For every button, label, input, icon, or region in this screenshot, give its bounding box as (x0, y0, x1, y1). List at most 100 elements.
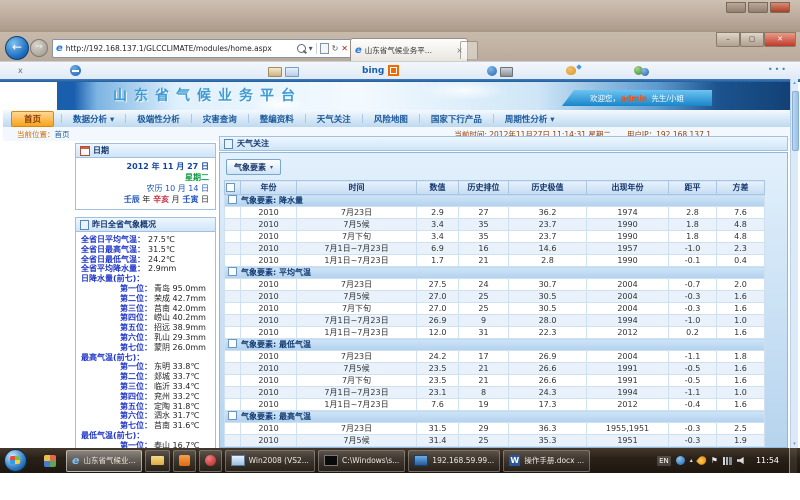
taskbar-button-4[interactable] (199, 450, 222, 472)
restore-button[interactable]: ▢ (740, 32, 764, 47)
group-expand-checkbox[interactable] (228, 411, 237, 420)
table-row[interactable]: 20107月5候27.02530.52004-0.31.6 (225, 291, 765, 303)
address-input[interactable]: http://192.168.137.1/GLCCLIMATE/modules/… (66, 44, 294, 53)
group-expand-checkbox[interactable] (228, 267, 237, 276)
blue-badge-icon[interactable] (487, 66, 497, 76)
table-row[interactable]: 20107月1日~7月23日23.1824.31994-1.11.0 (225, 387, 765, 399)
table-row[interactable]: 20107月下旬23.52126.61991-0.51.6 (225, 375, 765, 387)
group-expand-checkbox[interactable] (228, 339, 237, 348)
refresh-icon[interactable]: ↻ (332, 44, 339, 54)
menu-item-9[interactable]: 周期性分析 ▾ (494, 113, 566, 125)
circle-slash-icon[interactable] (70, 65, 81, 76)
addon-close-icon[interactable]: x (18, 66, 23, 75)
bg-maximize-button[interactable] (748, 2, 768, 13)
page-scrollbar[interactable]: ▴ ▾ (790, 79, 798, 448)
weather-watch-panel: 气象要素 ▾ 年份时间数值历史排位历史极值出现年份距平方差气象要素: 降水量20… (219, 152, 788, 448)
minimize-button[interactable]: – (716, 32, 740, 47)
stop-icon[interactable]: ✕ (341, 44, 348, 54)
ganzhi-line: 壬辰 年 辛亥 月 壬寅 日 (82, 194, 209, 205)
taskbar-button-2[interactable] (145, 450, 170, 472)
cell: 2.8 (669, 207, 717, 219)
browser-tab[interactable]: e 山东省气候业务平... × (350, 38, 468, 62)
table-row[interactable]: 20107月23日27.52430.72004-0.72.0 (225, 279, 765, 291)
table-row[interactable]: 20101月1日~7月23日1.7212.81990-0.10.4 (225, 255, 765, 267)
select-all-checkbox[interactable] (226, 183, 235, 192)
menu-item-8[interactable]: 国家下行产品 (420, 113, 493, 125)
table-row[interactable]: 20101月1日~7月23日12.03122.320120.21.6 (225, 327, 765, 339)
table-group-row-4[interactable]: 气象要素: 最高气温 (225, 411, 765, 423)
tray-expand-icon[interactable]: ▴ (690, 457, 693, 464)
menu-item-2[interactable]: 数据分析 ▾ (62, 113, 125, 125)
action-center-flag-icon[interactable]: ⚑ (711, 456, 718, 465)
table-row[interactable]: 20107月1日~7月23日6.91614.61957-1.02.3 (225, 243, 765, 255)
menu-item-7[interactable]: 风险地图 (363, 113, 419, 125)
scroll-up-icon[interactable]: ▴ (791, 79, 798, 87)
table-row[interactable]: 20107月下旬3.43523.719901.84.8 (225, 231, 765, 243)
address-bar[interactable]: e http://192.168.137.1/GLCCLIMATE/module… (52, 39, 352, 58)
browser-forward-button[interactable]: → (30, 39, 48, 57)
group-expand-checkbox[interactable] (228, 195, 237, 204)
menu-item-6[interactable]: 天气关注 (306, 113, 362, 125)
table-group-row-2[interactable]: 气象要素: 平均气温 (225, 267, 765, 279)
menu-item-1[interactable]: 首页 (11, 111, 54, 127)
orange-box-icon[interactable] (388, 65, 399, 76)
cell: 7月5候 (297, 363, 417, 375)
search-dropdown-caret-icon[interactable]: ▾ (309, 44, 313, 54)
rank-label: 第三位： (120, 382, 152, 392)
search-icon[interactable] (297, 44, 306, 53)
card-icon[interactable] (268, 67, 282, 77)
cell: 2.8 (509, 255, 587, 267)
taskbar-button-8[interactable]: W操作手册.docx ... (503, 450, 590, 472)
bg-close-button[interactable] (770, 2, 790, 13)
table-row[interactable]: 20107月1日~7月23日26.9928.01994-1.01.0 (225, 315, 765, 327)
more-options-dots-icon[interactable]: ••• (768, 65, 788, 74)
table-row[interactable]: 20107月下旬27.02530.52004-0.31.6 (225, 303, 765, 315)
compatibility-view-icon[interactable] (320, 43, 329, 54)
ie-favicon: e (56, 44, 63, 54)
table-row[interactable]: 20107月5候3.43523.719901.84.8 (225, 219, 765, 231)
volume-icon[interactable] (737, 457, 746, 465)
table-group-row-3[interactable]: 气象要素: 最低气温 (225, 339, 765, 351)
table-row[interactable]: 20107月23日31.52936.31955,1951-0.32.5 (225, 423, 765, 435)
taskbar-button-6[interactable]: C:\Windows\s... (318, 450, 405, 472)
cell: 7月1日~7月23日 (297, 243, 417, 255)
element-select-button[interactable]: 气象要素 ▾ (226, 159, 281, 175)
scroll-down-icon[interactable]: ▾ (791, 440, 798, 448)
camera-icon[interactable] (500, 67, 513, 77)
bing-logo[interactable]: bing (362, 66, 384, 76)
flame-tray-icon[interactable] (696, 454, 708, 466)
browser-back-button[interactable]: ← (5, 36, 29, 60)
table-row[interactable]: 20107月23日2.92736.219742.87.6 (225, 207, 765, 219)
table-row[interactable]: 20107月5候23.52126.61991-0.51.6 (225, 363, 765, 375)
show-desktop-button[interactable] (789, 448, 797, 473)
taskbar-button-5[interactable]: Win2008 (VS2... (225, 450, 315, 472)
network-icon[interactable] (723, 457, 732, 465)
scrollbar-thumb[interactable] (792, 91, 799, 151)
cell: 35.3 (509, 435, 587, 447)
close-button[interactable]: ✕ (764, 32, 796, 47)
taskbar-button-3[interactable] (173, 450, 196, 472)
taskbar-button-1[interactable]: e山东省气候业... (66, 450, 142, 472)
pinned-app-icon[interactable] (44, 455, 56, 467)
column-header-7: 距平 (669, 181, 717, 195)
cell: 2.3 (717, 243, 765, 255)
taskbar-button-7[interactable]: 192.168.59.99... (408, 450, 500, 472)
tray-clock[interactable]: 11:54 (751, 456, 784, 465)
table-row[interactable]: 20107月23日24.21726.92004-1.11.8 (225, 351, 765, 363)
table-row[interactable]: 20101月1日~7月23日7.61917.32012-0.41.6 (225, 399, 765, 411)
cell: -0.7 (669, 279, 717, 291)
table-row[interactable]: 20107月5候31.42535.31951-0.31.9 (225, 435, 765, 447)
paw-icon[interactable] (566, 66, 576, 75)
globe-tray-icon[interactable] (676, 456, 685, 465)
menu-item-4[interactable]: 灾害查询 (192, 113, 248, 125)
new-tab-button[interactable] (460, 41, 478, 59)
breadcrumb-home-link[interactable]: 首页 (55, 130, 70, 139)
table-group-row-1[interactable]: 气象要素: 降水量 (225, 195, 765, 207)
bg-minimize-button[interactable] (726, 2, 746, 13)
mail-icon[interactable] (285, 67, 299, 77)
language-indicator[interactable]: EN (657, 456, 671, 466)
cell: 7月23日 (297, 207, 417, 219)
menu-item-5[interactable]: 整编资料 (249, 113, 305, 125)
menu-item-3[interactable]: 极端性分析 (126, 113, 191, 125)
start-button[interactable] (4, 449, 27, 472)
